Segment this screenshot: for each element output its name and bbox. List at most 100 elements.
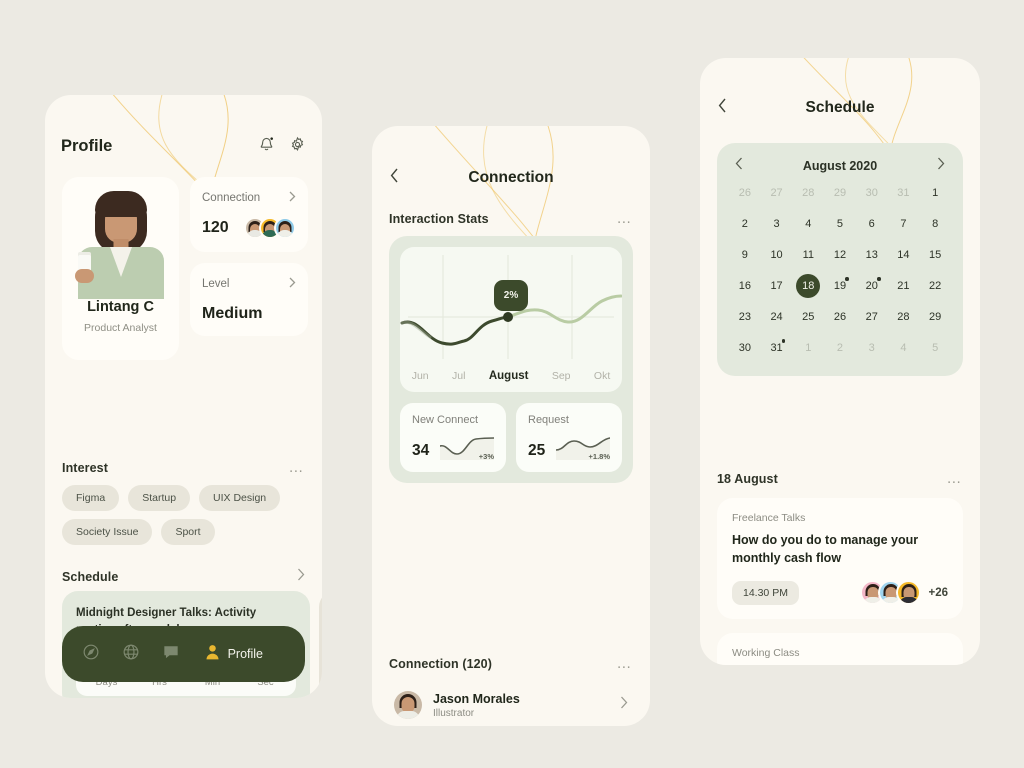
calendar-day[interactable]: 4 <box>888 336 920 360</box>
calendar-day[interactable]: 16 <box>729 274 761 298</box>
calendar-day[interactable]: 11 <box>792 243 824 267</box>
calendar-day[interactable]: 25 <box>792 305 824 329</box>
interaction-chart[interactable]: 2% Jun Jul August Sep Okt <box>400 247 622 392</box>
stat-card-request[interactable]: Request 25 +1.8% <box>516 403 622 472</box>
event-card[interactable]: Working Class How do you do to manage yo… <box>717 633 963 665</box>
interest-tag[interactable]: Society Issue <box>62 519 153 545</box>
calendar-day[interactable]: 5 <box>919 336 951 360</box>
stat-card-new-connect[interactable]: New Connect 34 +3% <box>400 403 506 472</box>
back-button[interactable] <box>390 168 399 188</box>
interest-tag[interactable]: UIX Design <box>199 485 281 511</box>
event-time: 14.30 PM <box>732 580 799 605</box>
chevron-right-icon[interactable] <box>289 275 296 293</box>
canvas: Profile Lintang C Product Analyst Connec… <box>0 0 1024 768</box>
chart-tick: Sep <box>551 370 571 382</box>
day-menu-icon[interactable]: … <box>946 471 963 486</box>
connection-list-menu-icon[interactable]: … <box>616 656 633 671</box>
connection-phone: Connection Interaction Stats … 2% Jun Ju… <box>372 126 650 726</box>
stats-panel: 2% Jun Jul August Sep Okt New Connect 34 <box>389 236 633 483</box>
back-button[interactable] <box>718 98 727 118</box>
calendar-day[interactable]: 2 <box>729 212 761 236</box>
calendar-day[interactable]: 1 <box>792 336 824 360</box>
calendar-day[interactable]: 8 <box>919 212 951 236</box>
connection-count: 120 <box>202 219 229 236</box>
list-item[interactable]: Jason Morales Illustrator <box>382 682 640 726</box>
interest-tags: Figma Startup UIX Design Society Issue S… <box>62 485 308 545</box>
calendar-day[interactable]: 28 <box>888 305 920 329</box>
calendar-day[interactable]: 17 <box>761 274 793 298</box>
calendar-day[interactable]: 29 <box>919 305 951 329</box>
interest-menu-icon[interactable]: … <box>288 460 305 475</box>
calendar-day[interactable]: 6 <box>856 212 888 236</box>
calendar-day[interactable]: 9 <box>729 243 761 267</box>
calendar-day[interactable]: 14 <box>888 243 920 267</box>
calendar-day[interactable]: 26 <box>729 181 761 205</box>
interest-tag[interactable]: Figma <box>62 485 120 511</box>
calendar-day[interactable]: 28 <box>792 181 824 205</box>
calendar-prev-button[interactable] <box>735 157 743 175</box>
event-category: Freelance Talks <box>732 512 806 524</box>
calendar-day[interactable]: 30 <box>856 181 888 205</box>
calendar-day[interactable]: 22 <box>919 274 951 298</box>
avatar <box>274 217 296 239</box>
schedule-card-next[interactable] <box>319 591 322 698</box>
calendar: August 2020 26 27 28 29 30 31 1 2 3 4 5 6 7 8 9 10 11 12 1… <box>717 143 963 376</box>
calendar-day[interactable]: 4 <box>792 212 824 236</box>
calendar-day[interactable]: 27 <box>761 181 793 205</box>
event-title: How do you do to manage your monthly cas… <box>732 533 919 566</box>
connection-card[interactable]: Connection 120 <box>190 177 308 252</box>
profile-phone: Profile Lintang C Product Analyst Connec… <box>45 95 322 698</box>
calendar-day[interactable]: 10 <box>761 243 793 267</box>
chart-point <box>503 312 513 322</box>
nav-item-profile[interactable]: Profile <box>205 644 263 665</box>
interest-tag[interactable]: Startup <box>128 485 191 511</box>
calendar-day[interactable]: 23 <box>729 305 761 329</box>
chevron-right-icon[interactable] <box>620 696 628 714</box>
calendar-next-button[interactable] <box>937 157 945 175</box>
stat-value: 34 <box>412 442 430 459</box>
person-name: Lintang C <box>87 299 154 315</box>
connection-list-title: Connection (120) <box>389 657 492 671</box>
level-value: Medium <box>202 305 263 322</box>
gear-icon[interactable] <box>289 136 306 158</box>
calendar-day[interactable]: 20 <box>856 274 888 298</box>
calendar-day[interactable]: 5 <box>824 212 856 236</box>
calendar-day-selected[interactable]: 18 <box>792 274 824 298</box>
stat-delta: +3% <box>478 452 494 461</box>
stat-label: New Connect <box>412 414 479 426</box>
calendar-grid: 26 27 28 29 30 31 1 2 3 4 5 6 7 8 9 10 11 12 13 14 15 16 17 18 1… <box>729 181 951 360</box>
calendar-day[interactable]: 31 <box>888 181 920 205</box>
bell-icon[interactable] <box>258 135 275 158</box>
calendar-day[interactable]: 2 <box>824 336 856 360</box>
calendar-day[interactable]: 26 <box>824 305 856 329</box>
level-card[interactable]: Level Medium <box>190 263 308 336</box>
calendar-day[interactable]: 3 <box>856 336 888 360</box>
calendar-day[interactable]: 31 <box>761 336 793 360</box>
calendar-day[interactable]: 7 <box>888 212 920 236</box>
calendar-day[interactable]: 30 <box>729 336 761 360</box>
interest-tag[interactable]: Sport <box>161 519 215 545</box>
calendar-day[interactable]: 24 <box>761 305 793 329</box>
compass-icon[interactable] <box>82 643 100 666</box>
schedule-phone: Schedule August 2020 26 27 28 29 30 31 1 2 3 4 5 6 7… <box>700 58 980 665</box>
calendar-day[interactable]: 13 <box>856 243 888 267</box>
calendar-day[interactable]: 15 <box>919 243 951 267</box>
stat-value: 25 <box>528 442 546 459</box>
calendar-day[interactable]: 27 <box>856 305 888 329</box>
calendar-day[interactable]: 12 <box>824 243 856 267</box>
chevron-right-icon[interactable] <box>289 189 296 207</box>
calendar-day[interactable]: 19 <box>824 274 856 298</box>
stats-menu-icon[interactable]: … <box>616 211 633 226</box>
globe-icon[interactable] <box>122 643 140 666</box>
chevron-right-icon[interactable] <box>297 568 305 586</box>
event-card[interactable]: Freelance Talks How do you do to manage … <box>717 498 963 620</box>
calendar-day[interactable]: 3 <box>761 212 793 236</box>
chart-tick: Jul <box>452 370 466 382</box>
chart-tooltip: 2% <box>494 280 528 311</box>
connection-list: Jason Morales Illustrator Steven Martine… <box>382 682 640 726</box>
calendar-day[interactable]: 21 <box>888 274 920 298</box>
event-attendees: +26 <box>860 580 948 606</box>
calendar-day[interactable]: 29 <box>824 181 856 205</box>
chat-icon[interactable] <box>162 643 180 666</box>
calendar-day[interactable]: 1 <box>919 181 951 205</box>
